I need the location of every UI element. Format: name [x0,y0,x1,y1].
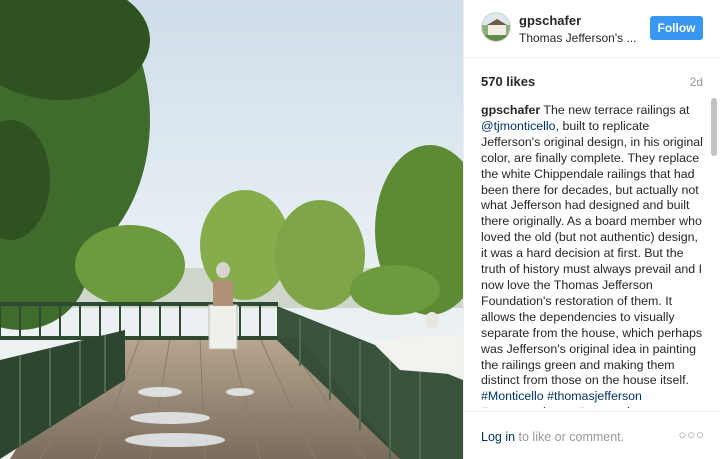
login-link[interactable]: Log in [481,430,515,444]
login-prompt: Log in to like or comment. [481,430,624,444]
post-photo[interactable] [0,0,463,459]
avatar-image-icon [482,13,510,41]
hashtag-links[interactable]: #Monticello #thomasjefferson #gastonandw… [481,389,644,408]
caption-username-link[interactable]: gpschafer [481,103,540,117]
username-link[interactable]: gpschafer [519,13,581,28]
follow-button[interactable]: Follow [650,16,703,40]
terrace-photo [0,0,463,459]
caption-scrollbar[interactable] [711,98,717,410]
post-header: gpschafer Thomas Jefferson's ... Follow [464,0,720,58]
location-link[interactable]: Thomas Jefferson's ... [519,31,636,45]
more-options-icon[interactable]: ○○○ [678,427,705,442]
likes-count[interactable]: 570 likes [481,74,535,89]
mention-link[interactable]: @tjmonticello [481,119,556,133]
instagram-post: gpschafer Thomas Jefferson's ... Follow … [0,0,720,459]
post-age[interactable]: 2d [690,75,703,89]
scrollbar-thumb[interactable] [711,98,717,156]
login-prompt-text: to like or comment. [515,430,625,444]
post-side-panel: gpschafer Thomas Jefferson's ... Follow … [463,0,720,459]
caption-scroll-area[interactable]: gpschafer The new terrace railings at @t… [481,103,703,408]
post-footer: Log in to like or comment. ○○○ [464,411,720,459]
caption: gpschafer The new terrace railings at @t… [481,103,703,408]
caption-text: The new terrace railings at [540,103,690,117]
caption-text: , built to replicate Jefferson's origina… [481,118,703,388]
avatar[interactable] [481,12,511,42]
